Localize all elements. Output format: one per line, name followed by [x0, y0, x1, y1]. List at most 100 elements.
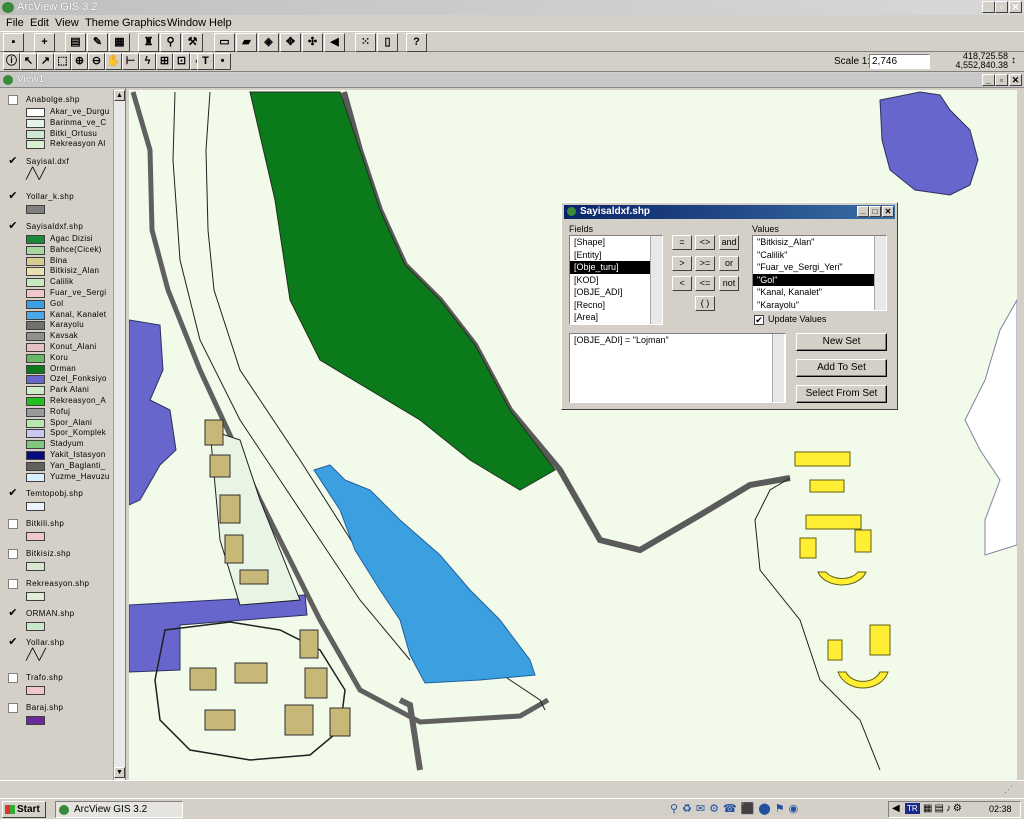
value-item[interactable]: "Calilik" — [753, 249, 886, 262]
vertex-edit-icon[interactable]: ↗ — [37, 53, 54, 70]
operator-button[interactable]: < — [672, 276, 692, 291]
menu-edit[interactable]: Edit — [30, 17, 49, 29]
speaker-icon[interactable]: ◀ — [892, 803, 900, 814]
operator-button[interactable]: = — [672, 235, 692, 250]
clear-selected-icon[interactable]: ▯ — [377, 33, 398, 52]
field-item[interactable]: [Recno] — [570, 299, 662, 312]
operator-button[interactable]: or — [719, 256, 739, 271]
edit-legend-icon[interactable]: ✎ — [87, 33, 108, 52]
label-icon[interactable]: ⊡ — [173, 53, 190, 70]
start-button[interactable]: Start — [2, 801, 46, 818]
scale-input[interactable]: 2,746 — [869, 54, 930, 69]
menu-help[interactable]: Help — [209, 17, 232, 29]
value-item[interactable]: "Bitkisiz_Alan" — [753, 236, 886, 249]
menu-file[interactable]: File — [6, 17, 24, 29]
theme-visibility-checkbox[interactable] — [8, 673, 18, 684]
restore-button[interactable]: ▫ — [995, 1, 1008, 13]
add-to-set-button[interactable]: Add To Set — [796, 359, 887, 377]
taskbar-task-arcview[interactable]: ArcView GIS 3.2 — [55, 801, 183, 818]
help-icon[interactable]: ? — [406, 33, 427, 52]
field-item[interactable]: [Obje_turu] — [570, 261, 662, 274]
theme-visibility-checkbox[interactable] — [8, 95, 18, 105]
update-values-checkbox[interactable]: ✔ — [754, 315, 764, 325]
map-display[interactable] — [129, 90, 1017, 780]
value-item[interactable]: "Gol" — [753, 273, 886, 286]
theme-visibility-checkbox[interactable]: ✔ — [8, 221, 18, 232]
tray-icons[interactable]: ▦▤♪⚙ — [923, 803, 964, 814]
view-minimize-button[interactable]: _ — [982, 74, 995, 86]
open-table-icon[interactable]: ▦ — [109, 33, 130, 52]
field-item[interactable]: [Area] — [570, 311, 662, 324]
value-item[interactable]: "Karayolu" — [753, 299, 886, 311]
operator-button[interactable]: not — [719, 276, 739, 291]
pointer-icon[interactable]: ↖ — [20, 53, 37, 70]
operator-button[interactable]: <> — [695, 235, 715, 250]
query-expression-box[interactable]: [OBJE_ADI] = "Lojman" — [569, 333, 786, 403]
zoom-in-tool-icon[interactable]: ⊕ — [71, 53, 88, 70]
field-item[interactable]: [Shape] — [570, 236, 662, 249]
theme-visibility-checkbox[interactable] — [8, 578, 18, 589]
select-feature-icon[interactable]: ⬚ — [54, 53, 71, 70]
operator-button[interactable]: <= — [695, 276, 715, 291]
draw-point-icon[interactable]: • — [214, 53, 231, 70]
save-icon[interactable]: ▪ — [3, 33, 24, 52]
zoom-to-selected-icon[interactable]: ◈ — [258, 33, 279, 52]
theme-visibility-checkbox[interactable]: ✔ — [8, 191, 18, 202]
zoom-out-tool-icon[interactable]: ⊖ — [88, 53, 105, 70]
theme-visibility-checkbox[interactable]: ✔ — [8, 607, 18, 619]
quick-launch-icons[interactable]: ⚲♻✉⚙☎⬛⬤⚑◉ — [670, 802, 802, 815]
hotlink-icon[interactable]: ϟ — [139, 53, 156, 70]
zoom-previous-icon[interactable]: ◀ — [324, 33, 345, 52]
fields-scrollbar[interactable] — [650, 236, 662, 324]
field-item[interactable]: [OBJE_ADI] — [570, 286, 662, 299]
text-tool-icon[interactable]: T — [197, 53, 214, 70]
zoom-to-active-themes-icon[interactable]: ▰ — [236, 33, 257, 52]
dialog-close-button[interactable]: ✕ — [882, 206, 894, 217]
menu-window[interactable]: Window — [167, 17, 206, 29]
dialog-maximize-button[interactable]: □ — [869, 206, 881, 217]
scroll-up-icon[interactable]: ▲ — [114, 90, 125, 101]
menu-view[interactable]: View — [55, 17, 79, 29]
new-set-button[interactable]: New Set — [796, 333, 887, 351]
select-features-icon[interactable]: ⁙ — [355, 33, 376, 52]
measure-icon[interactable]: ⊢ — [122, 53, 139, 70]
field-item[interactable]: [KOD] — [570, 274, 662, 287]
menu-theme[interactable]: Theme — [85, 17, 119, 29]
minimize-button[interactable]: _ — [982, 1, 995, 13]
operator-button[interactable]: ( ) — [695, 296, 715, 311]
theme-visibility-checkbox[interactable]: ✔ — [8, 488, 18, 499]
values-scrollbar[interactable] — [874, 236, 886, 310]
identify-icon[interactable]: ⓘ — [3, 53, 20, 70]
operator-button[interactable]: > — [672, 256, 692, 271]
expression-scrollbar[interactable] — [772, 334, 784, 402]
operator-button[interactable]: >= — [695, 256, 715, 271]
zoom-to-full-extent-icon[interactable]: ▭ — [214, 33, 235, 52]
locate-icon[interactable]: ⚲ — [160, 33, 181, 52]
theme-visibility-checkbox[interactable] — [8, 703, 18, 714]
value-item[interactable]: "Kanal, Kanalet" — [753, 286, 886, 299]
values-list[interactable]: "Bitkisiz_Alan" "Calilik" "Fuar_ve_Sergi_Y… — [752, 235, 887, 311]
operator-button[interactable]: and — [719, 235, 739, 250]
menu-graphics[interactable]: Graphics — [122, 17, 166, 29]
value-item[interactable]: "Fuar_ve_Sergi_Yeri" — [753, 261, 886, 274]
add-theme-icon[interactable]: + — [34, 33, 55, 52]
fields-list[interactable]: [Shape] [Entity] [Obje_turu] [KOD] [OBJE_ADI… — [569, 235, 663, 325]
area-of-interest-icon[interactable]: ⊞ — [156, 53, 173, 70]
view-restore-button[interactable]: ▫ — [995, 74, 1008, 86]
field-item[interactable]: [Entity] — [570, 249, 662, 262]
find-icon[interactable]: ♜ — [138, 33, 159, 52]
theme-visibility-checkbox[interactable]: ✔ — [8, 156, 18, 167]
pan-icon[interactable]: ✋ — [105, 53, 122, 70]
zoom-in-icon[interactable]: ✥ — [280, 33, 301, 52]
theme-visibility-checkbox[interactable]: ✔ — [8, 637, 18, 648]
select-from-set-button[interactable]: Select From Set — [796, 385, 887, 403]
view-close-button[interactable]: ✕ — [1009, 74, 1022, 86]
theme-properties-icon[interactable]: ▤ — [65, 33, 86, 52]
scroll-down-icon[interactable]: ▼ — [114, 767, 125, 778]
zoom-out-icon[interactable]: ✣ — [302, 33, 323, 52]
theme-visibility-checkbox[interactable] — [8, 549, 18, 559]
language-indicator[interactable]: TR — [905, 803, 920, 814]
theme-visibility-checkbox[interactable] — [8, 519, 18, 530]
dialog-minimize-button[interactable]: _ — [857, 206, 869, 217]
toc-scrollbar[interactable]: ▲ ▼ — [113, 90, 125, 780]
